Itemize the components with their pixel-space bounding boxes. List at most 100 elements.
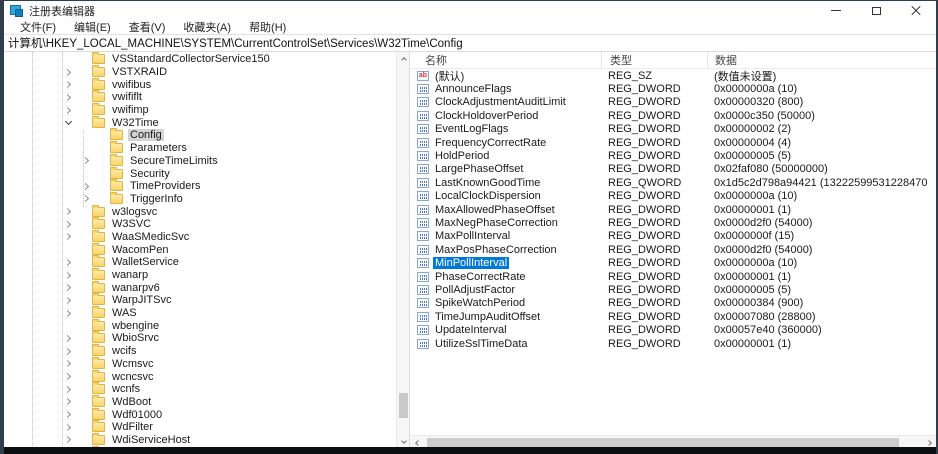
close-button[interactable] (896, 1, 936, 20)
chevron-right-icon[interactable] (60, 260, 76, 265)
tree-item[interactable]: WacomPen (4, 243, 396, 256)
tree-item[interactable]: TriggerInfo (4, 193, 396, 206)
tree-item[interactable]: W3SVC (4, 218, 396, 231)
chevron-right-icon[interactable] (60, 374, 76, 379)
tree-item[interactable]: WaaSMedicSvc (4, 231, 396, 244)
tree-item[interactable]: vwifimp (4, 104, 396, 117)
table-row[interactable]: UpdateIntervalREG_DWORD0x00057e40 (36000… (410, 323, 936, 336)
folder-icon (110, 156, 123, 166)
address-bar[interactable]: 计算机\HKEY_LOCAL_MACHINE\SYSTEM\CurrentCon… (4, 34, 936, 52)
table-row[interactable]: UtilizeSslTimeDataREG_DWORD0x00000001 (1… (410, 337, 936, 350)
maximize-button[interactable] (856, 1, 896, 20)
table-row[interactable]: LocalClockDispersionREG_DWORD0x0000000a … (410, 190, 936, 203)
menu-file[interactable]: 文件(F) (11, 19, 65, 35)
chevron-right-icon[interactable] (60, 273, 76, 278)
scroll-up-icon[interactable] (397, 52, 410, 65)
chevron-right-icon[interactable] (60, 349, 76, 354)
chevron-right-icon[interactable] (60, 399, 76, 404)
column-header-data[interactable]: 数据 (707, 52, 936, 68)
tree-item[interactable]: TimeProviders (4, 180, 396, 193)
tree-item[interactable]: WdBoot (4, 396, 396, 409)
tree-item[interactable]: WdiServiceHost (4, 434, 396, 447)
chevron-right-icon[interactable] (60, 412, 76, 417)
table-row[interactable]: EventLogFlagsREG_DWORD0x00000002 (2) (410, 123, 936, 136)
chevron-right-icon[interactable] (60, 361, 76, 366)
chevron-down-icon[interactable] (60, 121, 76, 124)
menu-favorites[interactable]: 收藏夹(A) (174, 19, 240, 35)
table-row[interactable]: HoldPeriodREG_DWORD0x00000005 (5) (410, 149, 936, 162)
tree-vertical-scrollbar[interactable] (396, 52, 409, 448)
tree-item[interactable]: Parameters (4, 142, 396, 155)
table-row[interactable]: ab(默认)REG_SZ(数值未设置) (410, 69, 936, 82)
tree-item[interactable]: W32Time (4, 116, 396, 129)
tree-item[interactable]: SecureTimeLimits (4, 155, 396, 168)
tree-item[interactable]: WdFilter (4, 421, 396, 434)
vertical-scrollbar-thumb[interactable] (399, 393, 408, 418)
table-row[interactable]: PollAdjustFactorREG_DWORD0x00000005 (5) (410, 283, 936, 296)
chevron-right-icon[interactable] (60, 70, 76, 75)
tree-item[interactable]: wanarp (4, 269, 396, 282)
menu-help[interactable]: 帮助(H) (240, 19, 295, 35)
table-row[interactable]: LastKnownGoodTimeREG_QWORD0x1d5c2d798a94… (410, 176, 936, 189)
table-row[interactable]: AnnounceFlagsREG_DWORD0x0000000a (10) (410, 82, 936, 95)
table-row[interactable]: ClockHoldoverPeriodREG_DWORD0x0000c350 (… (410, 109, 936, 122)
tree-item[interactable]: WarpJITSvc (4, 294, 396, 307)
table-row[interactable]: FrequencyCorrectRateREG_DWORD0x00000004 … (410, 136, 936, 149)
chevron-right-icon[interactable] (60, 82, 76, 87)
table-row[interactable]: TimeJumpAuditOffsetREG_DWORD0x00007080 (… (410, 310, 936, 323)
chevron-right-icon[interactable] (78, 158, 94, 163)
tree-item[interactable]: Config (4, 129, 396, 142)
tree-item[interactable]: vwififlt (4, 91, 396, 104)
tree-item[interactable]: VSTXRAID (4, 66, 396, 79)
tree-item[interactable]: Security (4, 167, 396, 180)
chevron-right-icon[interactable] (60, 222, 76, 227)
tree-item[interactable]: wanarpv6 (4, 281, 396, 294)
chevron-right-icon[interactable] (60, 285, 76, 290)
tree-item[interactable]: w3logsvc (4, 205, 396, 218)
tree-item[interactable]: Wcmsvc (4, 358, 396, 371)
chevron-right-icon[interactable] (60, 95, 76, 100)
chevron-right-icon[interactable] (60, 234, 76, 239)
chevron-right-icon[interactable] (60, 387, 76, 392)
chevron-right-icon[interactable] (78, 184, 94, 189)
chevron-right-icon[interactable] (60, 425, 76, 430)
tree-item[interactable]: wcncsvc (4, 370, 396, 383)
tree-item[interactable]: Wdf01000 (4, 408, 396, 421)
table-row[interactable]: MaxPollIntervalREG_DWORD0x0000000f (15) (410, 230, 936, 243)
folder-icon (92, 333, 105, 343)
tree-item[interactable]: wcnfs (4, 383, 396, 396)
column-header-name[interactable]: 名称 (410, 52, 601, 68)
tree-item[interactable]: WbioSrvc (4, 332, 396, 345)
value-type-cell: REG_DWORD (601, 163, 707, 175)
tree-item[interactable]: VSStandardCollectorService150 (4, 53, 396, 66)
window-bottom-edge (0, 447, 938, 454)
table-row[interactable]: MaxAllowedPhaseOffsetREG_DWORD0x00000001… (410, 203, 936, 216)
chevron-right-icon[interactable] (60, 311, 76, 316)
minimize-button[interactable] (816, 1, 856, 20)
value-name-cell: PhaseCorrectRate (410, 271, 601, 283)
chevron-right-icon[interactable] (60, 209, 76, 214)
tree-item[interactable]: wcifs (4, 345, 396, 358)
values-header: 名称 类型 数据 (410, 52, 936, 69)
horizontal-scrollbar-thumb[interactable] (427, 438, 899, 447)
tree-item[interactable]: WalletService (4, 256, 396, 269)
chevron-right-icon[interactable] (78, 196, 94, 201)
window-title: 注册表编辑器 (29, 3, 95, 19)
table-row[interactable]: ClockAdjustmentAuditLimitREG_DWORD0x0000… (410, 96, 936, 109)
tree-item[interactable]: WAS (4, 307, 396, 320)
menu-view[interactable]: 查看(V) (120, 19, 175, 35)
tree-item[interactable]: vwifibus (4, 78, 396, 91)
chevron-right-icon[interactable] (60, 108, 76, 113)
table-row[interactable]: SpikeWatchPeriodREG_DWORD0x00000384 (900… (410, 297, 936, 310)
table-row[interactable]: MaxPosPhaseCorrectionREG_DWORD0x0000d2f0… (410, 243, 936, 256)
table-row[interactable]: MaxNegPhaseCorrectionREG_DWORD0x0000d2f0… (410, 216, 936, 229)
tree-item[interactable]: wbengine (4, 319, 396, 332)
chevron-right-icon[interactable] (60, 298, 76, 303)
chevron-right-icon[interactable] (60, 437, 76, 442)
table-row[interactable]: LargePhaseOffsetREG_DWORD0x02faf080 (500… (410, 163, 936, 176)
menu-edit[interactable]: 编辑(E) (65, 19, 120, 35)
column-header-type[interactable]: 类型 (601, 52, 707, 68)
table-row[interactable]: PhaseCorrectRateREG_DWORD0x00000001 (1) (410, 270, 936, 283)
table-row[interactable]: MinPollIntervalREG_DWORD0x0000000a (10) (410, 256, 936, 269)
chevron-right-icon[interactable] (60, 336, 76, 341)
